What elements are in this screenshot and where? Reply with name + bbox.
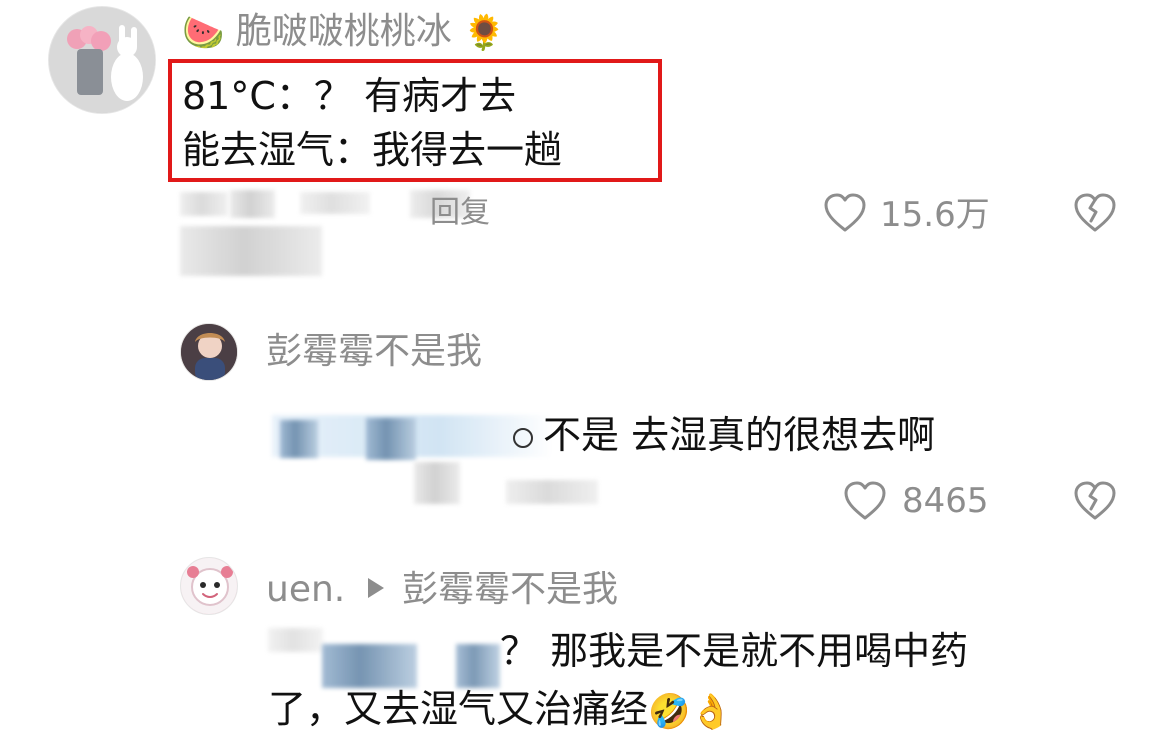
avatar[interactable] <box>48 6 156 114</box>
avatar-image <box>181 324 237 380</box>
dislike-button[interactable] <box>1072 478 1118 524</box>
ok-hand-emoji-icon: 👌 <box>690 691 733 732</box>
avatar[interactable] <box>180 557 238 615</box>
reply-button[interactable]: 回复 <box>430 196 490 230</box>
watermelon-icon: 🍉 <box>182 13 225 53</box>
username-text: 脆啵啵桃桃冰 <box>235 11 452 52</box>
circle-icon <box>513 427 533 448</box>
heart-outline-icon <box>844 481 886 520</box>
username[interactable]: uen. <box>266 570 345 610</box>
blurred-content <box>300 192 370 214</box>
highlight-box: 81°C：？ 有病才去 能去湿气：我得去一趟 <box>168 59 662 182</box>
like-count: 8465 <box>902 481 989 521</box>
username[interactable]: 🍉 脆啵啵桃桃冰 🌻 <box>182 12 506 52</box>
comment-line: 81°C：？ 有病才去 <box>182 74 516 118</box>
broken-heart-icon <box>1074 481 1116 520</box>
username[interactable]: 彭霉霉不是我 <box>266 332 482 372</box>
sunflower-icon: 🌻 <box>463 13 506 53</box>
comment-text-body: 不是 去湿真的很想去啊 <box>543 413 936 457</box>
like-button[interactable] <box>842 478 888 524</box>
reply-to-username[interactable]: 彭霉霉不是我 <box>402 570 618 610</box>
like-button[interactable] <box>822 190 868 236</box>
laughing-emoji-icon: 🤣 <box>648 691 691 732</box>
blurred-content <box>414 462 460 504</box>
avatar[interactable] <box>180 323 238 381</box>
blurred-content <box>506 480 598 504</box>
heart-outline-icon <box>824 193 866 232</box>
comment-line: 能去湿气：我得去一趟 <box>182 128 563 172</box>
comment-text: 了，又去湿气又治痛经🤣👌 <box>268 680 733 738</box>
comment-text-body: 了，又去湿气又治痛经 <box>268 687 649 731</box>
avatar-image <box>181 558 237 614</box>
triangle-right-icon <box>368 578 384 598</box>
broken-heart-icon <box>1074 193 1116 232</box>
blurred-content <box>230 190 275 218</box>
blurred-content <box>280 420 318 458</box>
comment-text: ？ 那我是不是就不用喝中药 <box>500 629 969 673</box>
like-count: 15.6万 <box>880 195 990 235</box>
blurred-content <box>180 192 228 216</box>
blurred-content <box>366 418 416 460</box>
avatar-image <box>49 7 155 113</box>
dislike-button[interactable] <box>1072 190 1118 236</box>
comment-text: 不是 去湿真的很想去啊 <box>505 406 935 464</box>
blurred-content <box>180 226 322 276</box>
blurred-content <box>268 628 323 652</box>
